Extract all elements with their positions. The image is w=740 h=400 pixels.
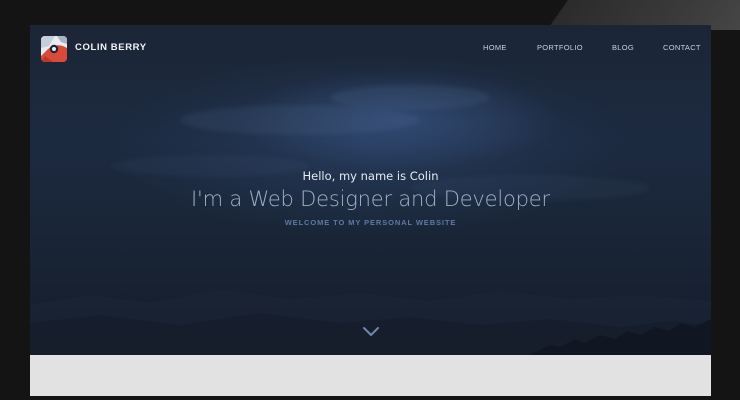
site-header: COLIN BERRY HOME PORTFOLIO BLOG CONTACT <box>30 25 711 73</box>
nav-item-home[interactable]: HOME <box>483 43 507 53</box>
nav-item-contact[interactable]: CONTACT <box>663 43 701 53</box>
browser-viewport: COLIN BERRY HOME PORTFOLIO BLOG CONTACT … <box>30 25 711 396</box>
nav-item-portfolio[interactable]: PORTFOLIO <box>537 43 583 53</box>
mountain-silhouette <box>30 289 711 355</box>
site-brand-name[interactable]: COLIN BERRY <box>75 42 147 54</box>
hero-headline: I'm a Web Designer and Developer <box>191 187 550 211</box>
hero-cloud <box>330 85 490 110</box>
chevron-down-icon[interactable] <box>362 325 380 339</box>
hero-intro: Hello, my name is Colin I'm a Web Design… <box>30 168 711 228</box>
nav-item-blog[interactable]: BLOG <box>612 43 634 53</box>
colin-berry-logo-icon[interactable] <box>41 36 67 62</box>
hero-cloud <box>180 105 420 135</box>
next-section <box>30 355 711 396</box>
hero-section: COLIN BERRY HOME PORTFOLIO BLOG CONTACT … <box>30 25 711 355</box>
hero-greeting: Hello, my name is Colin <box>302 169 439 183</box>
laptop-device-frame: COLIN BERRY HOME PORTFOLIO BLOG CONTACT … <box>0 0 740 400</box>
hero-tagline: WELCOME TO MY PERSONAL WEBSITE <box>284 218 457 227</box>
